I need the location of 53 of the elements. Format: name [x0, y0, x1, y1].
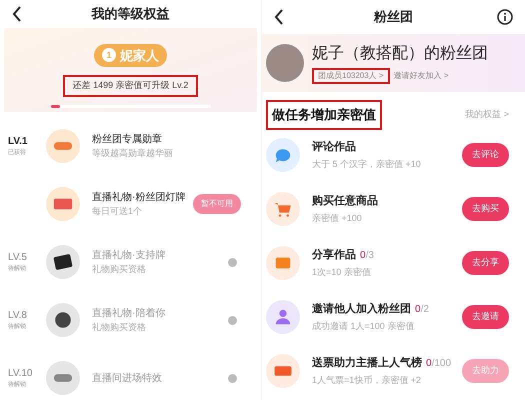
person-icon: [266, 300, 300, 334]
level-number: 1: [102, 48, 116, 62]
task-description: 大于 5 个汉字，亲密值 +10: [312, 158, 422, 170]
perk-description: 礼物购买资格: [92, 320, 147, 334]
member-count-link[interactable]: 团成员103203人 >: [312, 68, 390, 84]
progress-done-count: 0: [360, 249, 366, 263]
page-title: 我的等级权益: [92, 5, 170, 24]
task-title: 邀请他人加入粉丝团: [312, 302, 411, 317]
page-title: 粉丝团: [374, 8, 413, 26]
upgrade-hint: 还差 1499 亲密值可升级 Lv.2: [62, 75, 198, 97]
progress-done-count: 0: [426, 357, 432, 371]
progress-done-count: 0: [415, 303, 421, 317]
progress-total-count: /100: [432, 357, 452, 371]
task-button[interactable]: 去购买: [462, 197, 509, 221]
perk-description: 礼物购买资格: [92, 262, 147, 276]
level-label: LV.1: [8, 135, 28, 149]
avatar: [266, 44, 304, 82]
perk-description: 每日可送1个: [92, 204, 144, 218]
task-description: 成功邀请 1人=100 亲密值: [312, 320, 416, 332]
task-title: 分享作品: [312, 248, 356, 263]
my-benefits-link[interactable]: 我的权益 >: [465, 108, 509, 122]
perk-title: 粉丝团专属勋章: [92, 132, 163, 147]
unavailable-button[interactable]: 暂不可用: [193, 194, 241, 214]
task-description: 亲密值 +100: [312, 212, 363, 224]
progress-total-count: /3: [366, 249, 374, 263]
task-button[interactable]: 去评论: [462, 143, 509, 167]
back-icon[interactable]: [12, 6, 22, 22]
cart-icon: [266, 192, 300, 226]
perk-title: 直播间进场特效: [92, 372, 163, 386]
task-button[interactable]: 去邀请: [462, 305, 509, 329]
comment-icon: [266, 138, 300, 172]
invite-link[interactable]: 邀请好友加入 >: [394, 70, 448, 82]
level-label: LV.8: [8, 309, 28, 323]
task-title: 评论作品: [312, 140, 356, 155]
back-icon[interactable]: [274, 9, 284, 25]
task-button[interactable]: 去分享: [462, 251, 509, 275]
section-title: 做任务增加亲密值: [266, 100, 382, 130]
badge-icon: [46, 361, 80, 395]
info-icon[interactable]: [497, 9, 513, 25]
task-description: 1人气票=1快币，亲密值 +2: [312, 374, 422, 386]
task-title: 购买任意商品: [312, 194, 378, 209]
perk-title: 直播礼物·支持牌: [92, 248, 166, 263]
perk-description: 等级越高勋章越华丽: [92, 146, 174, 160]
perk-title: 直播礼物·粉丝团灯牌: [92, 190, 186, 205]
task-description: 1次=10 亲密值: [312, 266, 372, 278]
perk-title: 直播礼物·陪着你: [92, 306, 166, 321]
level-label: LV.10: [8, 367, 34, 381]
level-name: 妮家人: [120, 46, 159, 65]
fan-club-name: 妮子（教搭配）的粉丝团: [312, 44, 488, 64]
progress-total-count: /2: [420, 303, 429, 317]
badge-icon: [46, 129, 80, 163]
level-label: LV.5: [8, 251, 28, 265]
task-title: 送票助力主播上人气榜: [312, 356, 422, 371]
